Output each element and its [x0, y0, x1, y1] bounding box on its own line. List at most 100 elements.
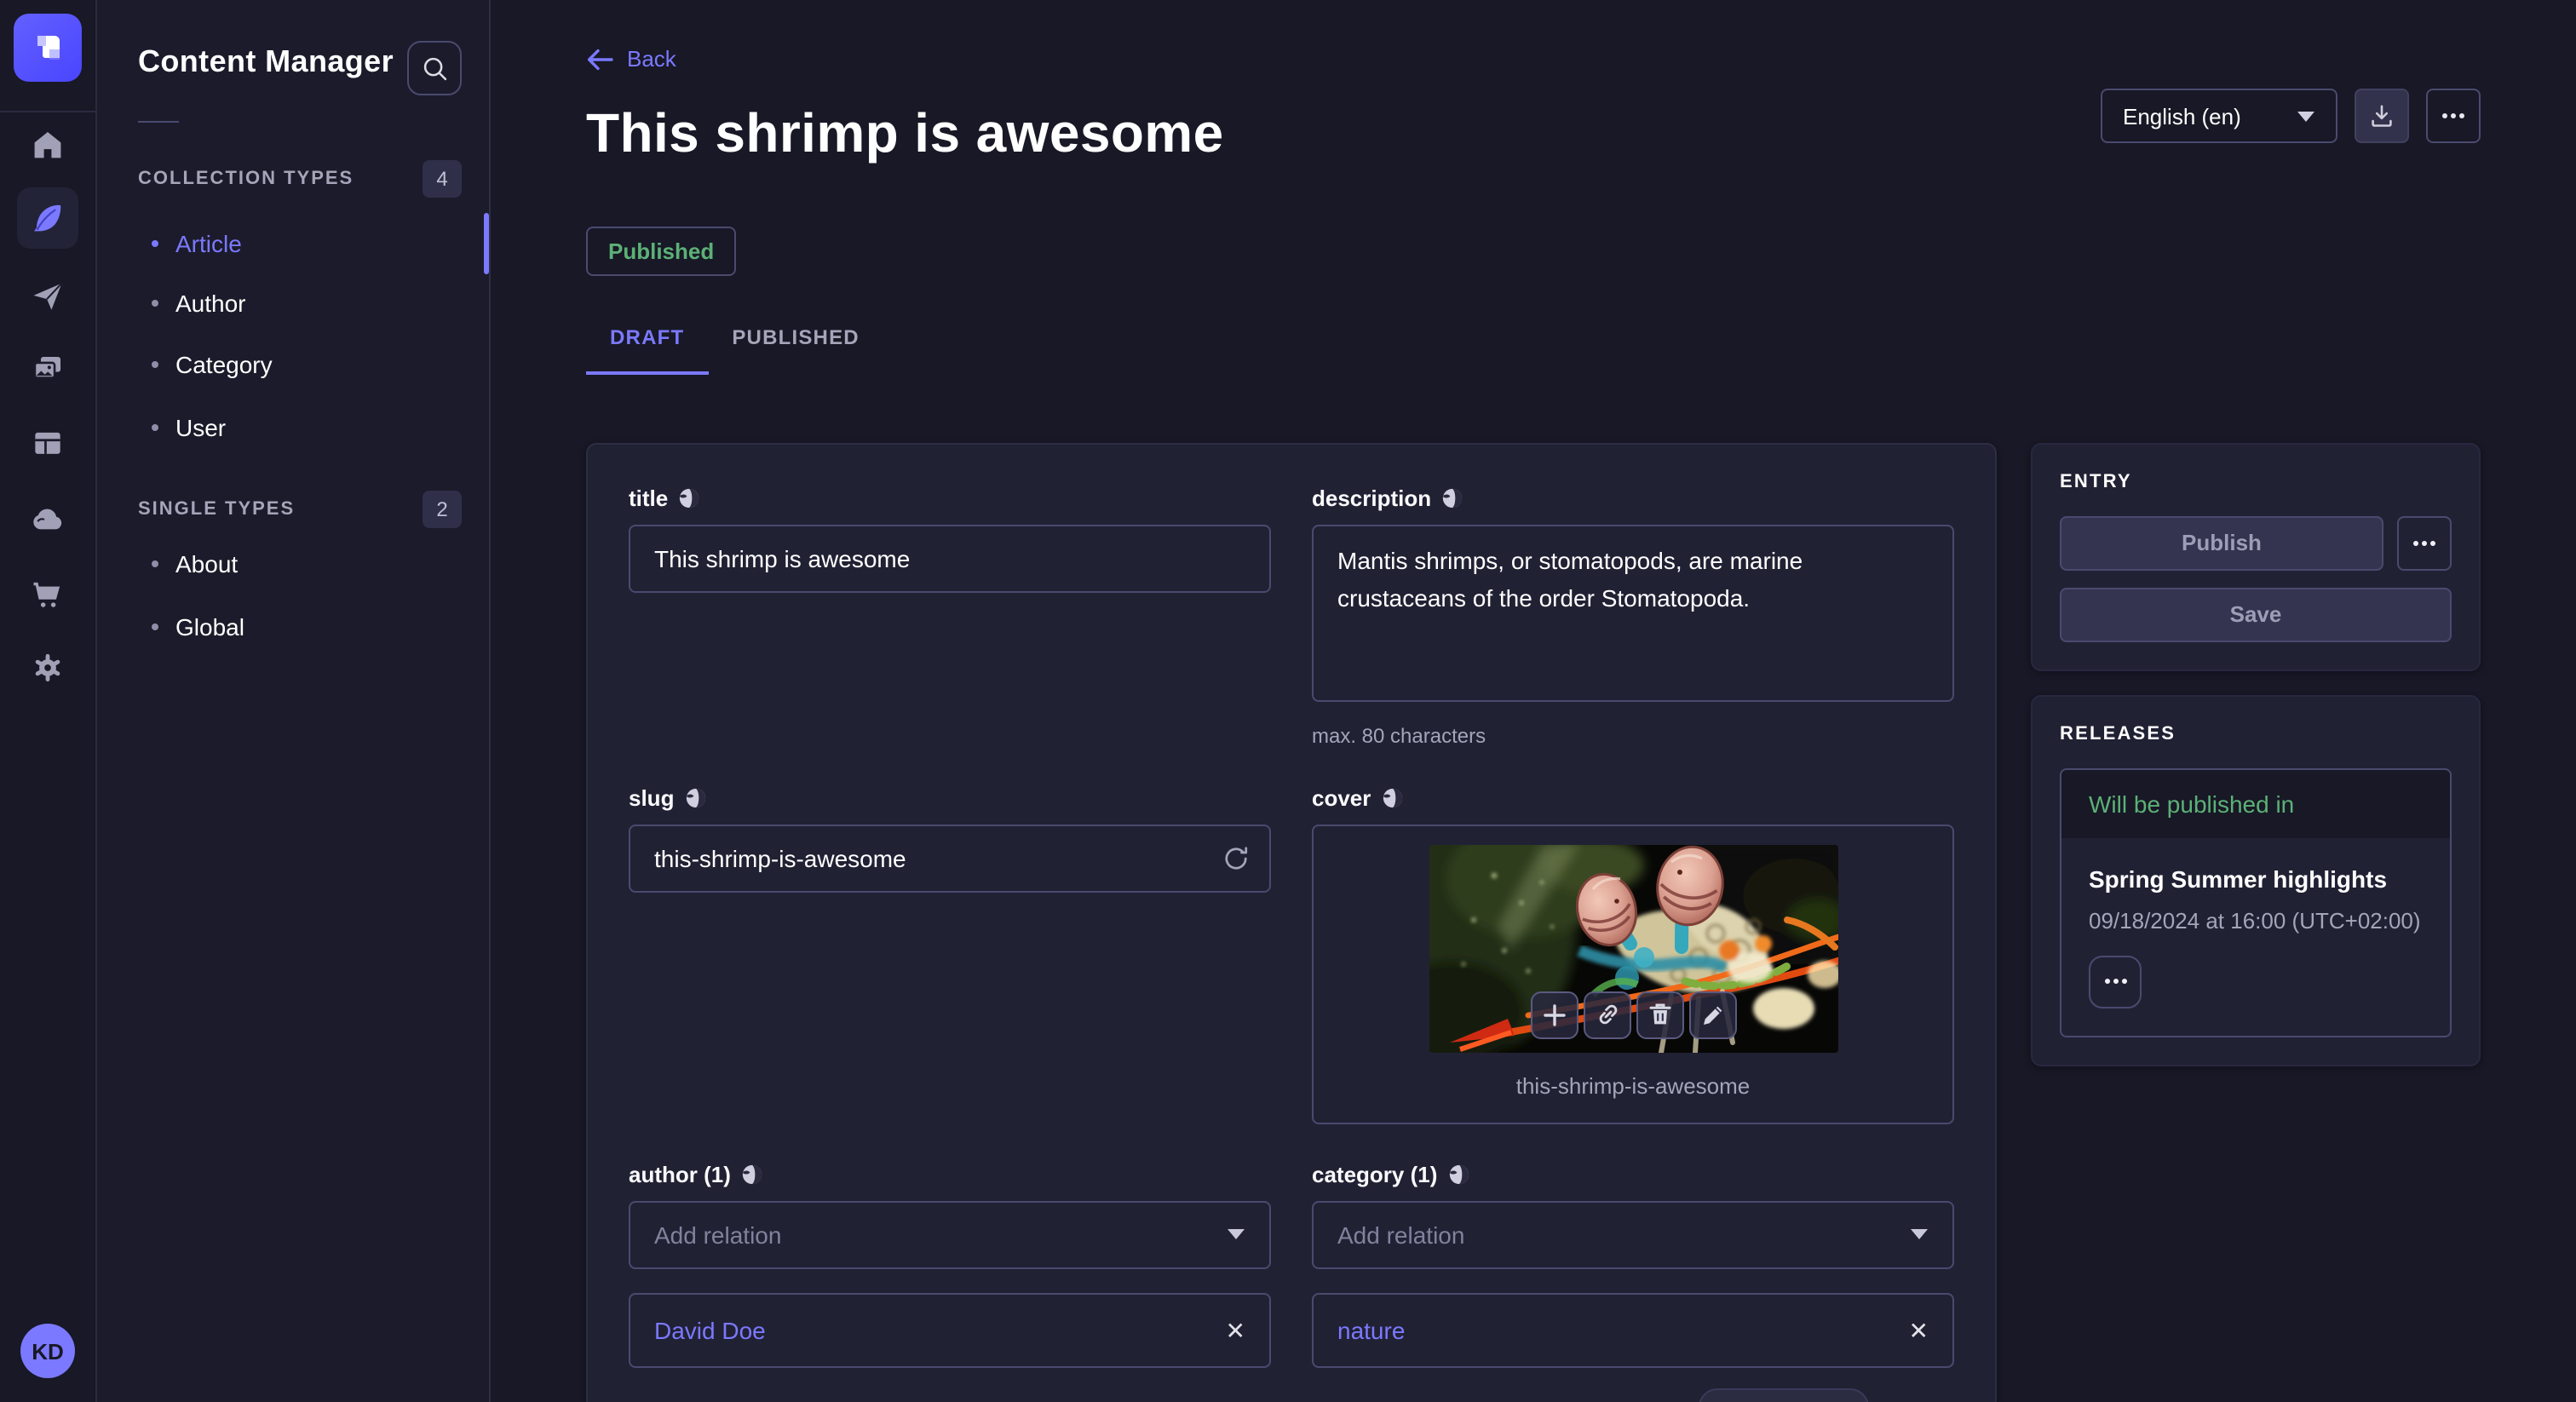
globe-icon	[1447, 1164, 1469, 1186]
sidebar-item-author[interactable]: Author	[138, 283, 445, 324]
pencil-icon	[1700, 1003, 1724, 1027]
version-tabs: DRAFT PUBLISHED	[586, 325, 2481, 375]
plus-icon	[1542, 1003, 1566, 1027]
author-relation-link[interactable]: David Doe	[654, 1317, 766, 1344]
save-button[interactable]: Save	[2060, 588, 2452, 642]
sidebar-item-user[interactable]: User	[138, 407, 445, 448]
active-item-indicator	[484, 213, 489, 274]
field-title-label: title	[629, 486, 668, 511]
bullet-icon	[152, 424, 158, 431]
field-cover-label: cover	[1312, 785, 1371, 811]
description-textarea[interactable]: Mantis shrimps, or stomatopods, are mari…	[1312, 525, 1954, 702]
field-category-label: category (1)	[1312, 1162, 1437, 1187]
content-manager-icon[interactable]	[17, 187, 78, 249]
collection-types-count-badge: 4	[423, 160, 462, 198]
avatar[interactable]: KD	[20, 1324, 75, 1378]
search-icon	[420, 54, 449, 83]
author-add-relation-combobox[interactable]: Add relation	[629, 1201, 1271, 1269]
add-asset-button[interactable]	[1530, 991, 1578, 1039]
cover-image	[1429, 845, 1837, 1053]
remove-author-relation-button[interactable]: ✕	[1226, 1319, 1245, 1342]
copy-link-button[interactable]	[1583, 991, 1630, 1039]
export-download-button[interactable]	[2355, 89, 2409, 143]
header-more-actions-button[interactable]	[2426, 89, 2481, 143]
media-library-icon[interactable]	[27, 349, 68, 390]
entry-panel: ENTRY Publish Save	[2031, 443, 2481, 671]
category-relation-link[interactable]: nature	[1337, 1317, 1405, 1344]
chevron-down-icon	[1910, 1229, 1929, 1241]
field-cover: cover	[1312, 785, 1954, 1124]
tab-draft[interactable]: DRAFT	[586, 325, 708, 375]
publish-button[interactable]: Publish	[2060, 516, 2383, 571]
cover-asset-box: this-shrimp-is-awesome	[1312, 825, 1954, 1124]
deploy-cloud-icon[interactable]	[27, 499, 68, 540]
globe-icon	[678, 487, 700, 509]
tab-published[interactable]: PUBLISHED	[708, 325, 883, 375]
strapi-logo[interactable]	[14, 14, 82, 82]
right-sidebar: ENTRY Publish Save RELEASES Will be pub	[2031, 443, 2481, 1066]
arrow-left-icon	[586, 47, 613, 71]
releases-panel: RELEASES Will be published in Spring Sum…	[2031, 695, 2481, 1066]
edit-asset-button[interactable]	[1688, 991, 1736, 1039]
releases-icon[interactable]	[27, 276, 68, 317]
home-icon[interactable]	[27, 124, 68, 165]
bullet-icon	[152, 560, 158, 567]
marketplace-cart-icon[interactable]	[27, 572, 68, 613]
regenerate-slug-button[interactable]	[1222, 844, 1251, 873]
cover-caption: this-shrimp-is-awesome	[1516, 1073, 1751, 1099]
rail-divider	[0, 111, 95, 112]
section-collection-types: COLLECTION TYPES	[138, 169, 354, 189]
settings-gear-icon[interactable]	[27, 647, 68, 688]
sidebar-item-global[interactable]: Global	[138, 606, 445, 647]
back-link[interactable]: Back	[586, 46, 676, 72]
entry-form-card: title description Mantis shrimps, or sto…	[586, 443, 1997, 1402]
strapi-admin-app: KD Content Manager COLLECTION TYPES 4 Ar…	[0, 0, 2576, 1402]
search-button[interactable]	[407, 41, 462, 95]
content-manager-sidebar: Content Manager COLLECTION TYPES 4 Artic…	[97, 0, 491, 1402]
bullet-icon	[152, 240, 158, 247]
more-dots-icon	[2412, 540, 2436, 547]
releases-panel-title: RELEASES	[2060, 724, 2452, 744]
entry-panel-title: ENTRY	[2060, 472, 2452, 492]
bullet-icon	[152, 361, 158, 368]
slug-input[interactable]	[629, 825, 1271, 893]
bullet-icon	[152, 623, 158, 630]
field-description: description Mantis shrimps, or stomatopo…	[1312, 486, 1954, 748]
header-controls: English (en)	[2101, 89, 2481, 143]
status-badge: Published	[586, 227, 736, 276]
sidebar-title: Content Manager	[138, 44, 394, 80]
field-category: category (1) Add relation nature ✕	[1312, 1162, 1954, 1368]
category-relation-item: nature ✕	[1312, 1293, 1954, 1368]
trash-icon	[1647, 1003, 1671, 1028]
partial-bottom-button[interactable]	[1699, 1388, 1869, 1402]
delete-asset-button[interactable]	[1636, 991, 1683, 1039]
chevron-down-icon	[1227, 1229, 1245, 1241]
release-more-actions-button[interactable]	[2089, 956, 2142, 1008]
cover-actions	[1530, 991, 1736, 1039]
field-author-label: author (1)	[629, 1162, 731, 1187]
globe-icon	[1381, 787, 1403, 809]
sidebar-item-article[interactable]: Article	[138, 223, 445, 264]
refresh-icon	[1222, 844, 1251, 873]
link-icon	[1595, 1003, 1620, 1028]
field-title: title	[629, 486, 1271, 748]
description-hint: max. 80 characters	[1312, 724, 1954, 748]
more-dots-icon	[2441, 112, 2465, 119]
sidebar-item-about[interactable]: About	[138, 543, 445, 584]
content-type-builder-icon[interactable]	[27, 422, 68, 463]
field-slug-label: slug	[629, 785, 674, 811]
category-add-relation-combobox[interactable]: Add relation	[1312, 1201, 1954, 1269]
globe-icon	[1441, 487, 1463, 509]
sidebar-divider	[138, 121, 179, 123]
download-icon	[2368, 102, 2395, 129]
sidebar-item-category[interactable]: Category	[138, 344, 445, 385]
main-content: Back English (en) This shrimp is awesome…	[492, 0, 2576, 1402]
release-date: 09/18/2024 at 16:00 (UTC+02:00)	[2089, 908, 2423, 934]
section-single-types: SINGLE TYPES	[138, 499, 295, 520]
remove-category-relation-button[interactable]: ✕	[1909, 1319, 1929, 1342]
field-description-label: description	[1312, 486, 1431, 511]
locale-select[interactable]: English (en)	[2101, 89, 2337, 143]
title-input[interactable]	[629, 525, 1271, 593]
globe-icon	[741, 1164, 763, 1186]
entry-more-actions-button[interactable]	[2397, 516, 2452, 571]
